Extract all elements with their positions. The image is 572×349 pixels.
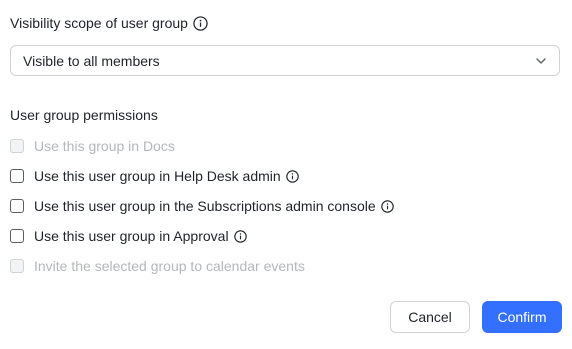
visibility-scope-label: Visibility scope of user group [10,15,208,31]
info-icon[interactable] [193,15,208,31]
confirm-button[interactable]: Confirm [482,301,562,333]
permission-helpdesk-checkbox[interactable] [10,169,24,183]
permission-helpdesk-label-wrap: Use this user group in Help Desk admin [34,168,299,184]
visibility-scope-text: Visibility scope of user group [10,15,188,31]
permission-calendar-row: Invite the selected group to calendar ev… [10,256,305,276]
permission-approval-label: Use this user group in Approval [34,228,229,244]
permission-docs-checkbox [10,139,24,153]
permission-docs-label: Use this group in Docs [34,138,175,154]
info-icon[interactable] [285,169,299,183]
info-icon[interactable] [233,229,247,243]
info-icon[interactable] [380,199,394,213]
permission-subscriptions-label-wrap: Use this user group in the Subscriptions… [34,198,394,214]
cancel-button[interactable]: Cancel [390,301,470,333]
permissions-heading: User group permissions [10,107,158,123]
permission-helpdesk-label: Use this user group in Help Desk admin [34,168,281,184]
permission-calendar-checkbox [10,259,24,273]
permission-subscriptions-checkbox[interactable] [10,199,24,213]
visibility-scope-select[interactable]: Visible to all members [10,45,560,76]
permission-subscriptions-row[interactable]: Use this user group in the Subscriptions… [10,196,394,216]
permission-approval-checkbox[interactable] [10,229,24,243]
user-group-permissions-label: User group permissions [10,107,158,123]
chevron-down-icon [535,55,547,67]
permission-docs-row: Use this group in Docs [10,136,175,156]
permission-approval-label-wrap: Use this user group in Approval [34,228,247,244]
permission-subscriptions-label: Use this user group in the Subscriptions… [34,198,376,214]
permission-calendar-label: Invite the selected group to calendar ev… [34,258,305,274]
permission-helpdesk-row[interactable]: Use this user group in Help Desk admin [10,166,299,186]
visibility-scope-value: Visible to all members [23,52,160,69]
permission-approval-row[interactable]: Use this user group in Approval [10,226,247,246]
